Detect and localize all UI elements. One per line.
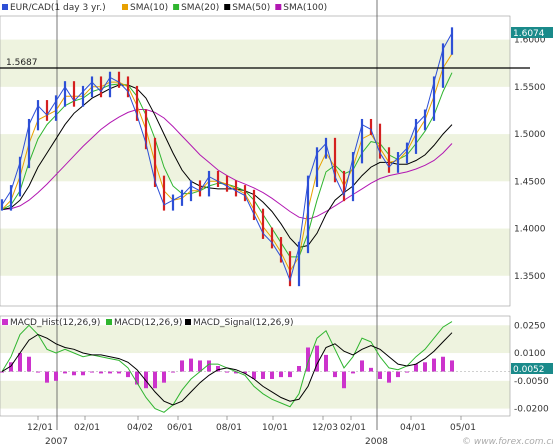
macd-hist-bar <box>387 371 391 383</box>
macd-hist-bar <box>378 371 382 379</box>
macd-hist-bar <box>81 371 85 376</box>
macd-hist-bar <box>360 360 364 372</box>
legend-label: MACD_Signal(12,26,9) <box>193 318 294 328</box>
macd-legend: MACD_Hist(12,26,9) MACD(12,26,9) MACD_Sign… <box>2 318 294 328</box>
legend-label: MACD(12,26,9) <box>114 318 182 328</box>
legend-label: MACD_Hist(12,26,9) <box>10 318 100 328</box>
legend-swatch <box>185 319 191 325</box>
legend-swatch <box>224 4 231 10</box>
y-tick-label: 1.4500 <box>514 177 546 187</box>
macd-hist-bar <box>117 371 121 374</box>
x-tick-label: 05/01 <box>450 423 476 433</box>
y-tick-label: 1.5500 <box>514 83 546 93</box>
macd-hist-bar <box>342 371 346 389</box>
price-panel-bands <box>0 39 510 276</box>
macd-hist-bar <box>297 366 301 372</box>
macd-hist-bar <box>450 360 454 372</box>
x-tick-label: 06/01 <box>167 423 193 433</box>
legend-swatch <box>106 319 112 325</box>
y-tick-label: 1.4000 <box>514 225 546 235</box>
macd-hist-bar <box>207 360 211 372</box>
macd-hist-bar <box>180 360 184 372</box>
legend-label: SMA(20) <box>181 3 219 13</box>
x-tick-label: 12/03 <box>312 423 338 433</box>
macd-hist-bar <box>153 371 157 389</box>
macd-hist-bar <box>414 364 418 372</box>
legend-swatch <box>2 319 8 325</box>
macd-hist-bar <box>423 362 427 372</box>
x-tick-label: 04/01 <box>400 423 426 433</box>
x-tick-label: 04/02 <box>127 423 153 433</box>
year-label-2007: 2007 <box>45 437 68 447</box>
legend-swatch <box>173 4 180 10</box>
macd-hist-bar <box>441 356 445 372</box>
macd-hist-bar <box>261 371 265 379</box>
macd-hist-bar <box>162 371 166 383</box>
legend-label: EUR/CAD(1 day 3 yr.) <box>10 3 106 13</box>
y-tick-label: 1.5000 <box>514 130 546 140</box>
macd-hist-bar <box>279 371 283 378</box>
macd-hist-bar <box>54 371 58 381</box>
macd-hist-bar <box>63 371 67 374</box>
reference-line-label: 1.5687 <box>6 58 38 68</box>
grid-band <box>0 228 510 276</box>
macd-hist-bar <box>126 371 130 378</box>
macd-hist-bar <box>432 358 436 372</box>
x-tick-label: 12/01 <box>27 423 53 433</box>
y-tick-label: 0.0250 <box>514 321 546 331</box>
x-tick-label: 08/01 <box>216 423 242 433</box>
macd-hist-bar <box>99 371 103 374</box>
y-tick-label: 0.0100 <box>514 349 546 359</box>
legend-label: SMA(100) <box>283 3 327 13</box>
chart-canvas: 1.5687 1.60001.55001.50001.45001.40001.3… <box>0 0 553 447</box>
macd-hist-bar <box>108 371 112 374</box>
y-tick-label: 1.3500 <box>514 272 546 282</box>
macd-hist-bar <box>288 371 292 378</box>
macd-hist-bar <box>189 358 193 372</box>
last-price-value: 1.6074 <box>513 29 545 39</box>
x-tick-label: 02/01 <box>340 423 366 433</box>
macd-hist-bar <box>333 371 337 378</box>
x-tick-label: 02/01 <box>74 423 100 433</box>
macd-hist-bar <box>45 371 49 383</box>
y-tick-label: -0.0200 <box>514 405 549 415</box>
macd-hist-bar <box>351 371 355 374</box>
macd-hist-bar <box>144 371 148 389</box>
macd-hist-bar <box>369 367 373 372</box>
y-tick-label: -0.0050 <box>514 377 549 387</box>
grid-band <box>0 134 510 182</box>
macd-hist-bar <box>270 371 274 379</box>
legend-swatch <box>122 4 128 10</box>
year-label-2008: 2008 <box>365 437 388 447</box>
x-tick-label: 10/01 <box>262 423 288 433</box>
legend-swatch <box>2 4 8 10</box>
legend-swatch <box>275 4 282 10</box>
macd-hist-bar <box>396 371 400 378</box>
macd-hist-bar <box>324 354 328 372</box>
last-macd-value: 0.0052 <box>513 365 545 375</box>
watermark: © www.forex.com.cn <box>462 437 553 447</box>
forex-chart-window: 1.5687 1.6000 1.5500 1.5000 1.4500 1.4000 1.3… <box>0 0 553 447</box>
legend-label: SMA(10) <box>130 3 168 13</box>
legend-label: SMA(50) <box>232 3 270 13</box>
grid-band <box>0 380 510 409</box>
macd-hist-bar <box>27 356 31 372</box>
macd-hist-bar <box>72 371 76 376</box>
